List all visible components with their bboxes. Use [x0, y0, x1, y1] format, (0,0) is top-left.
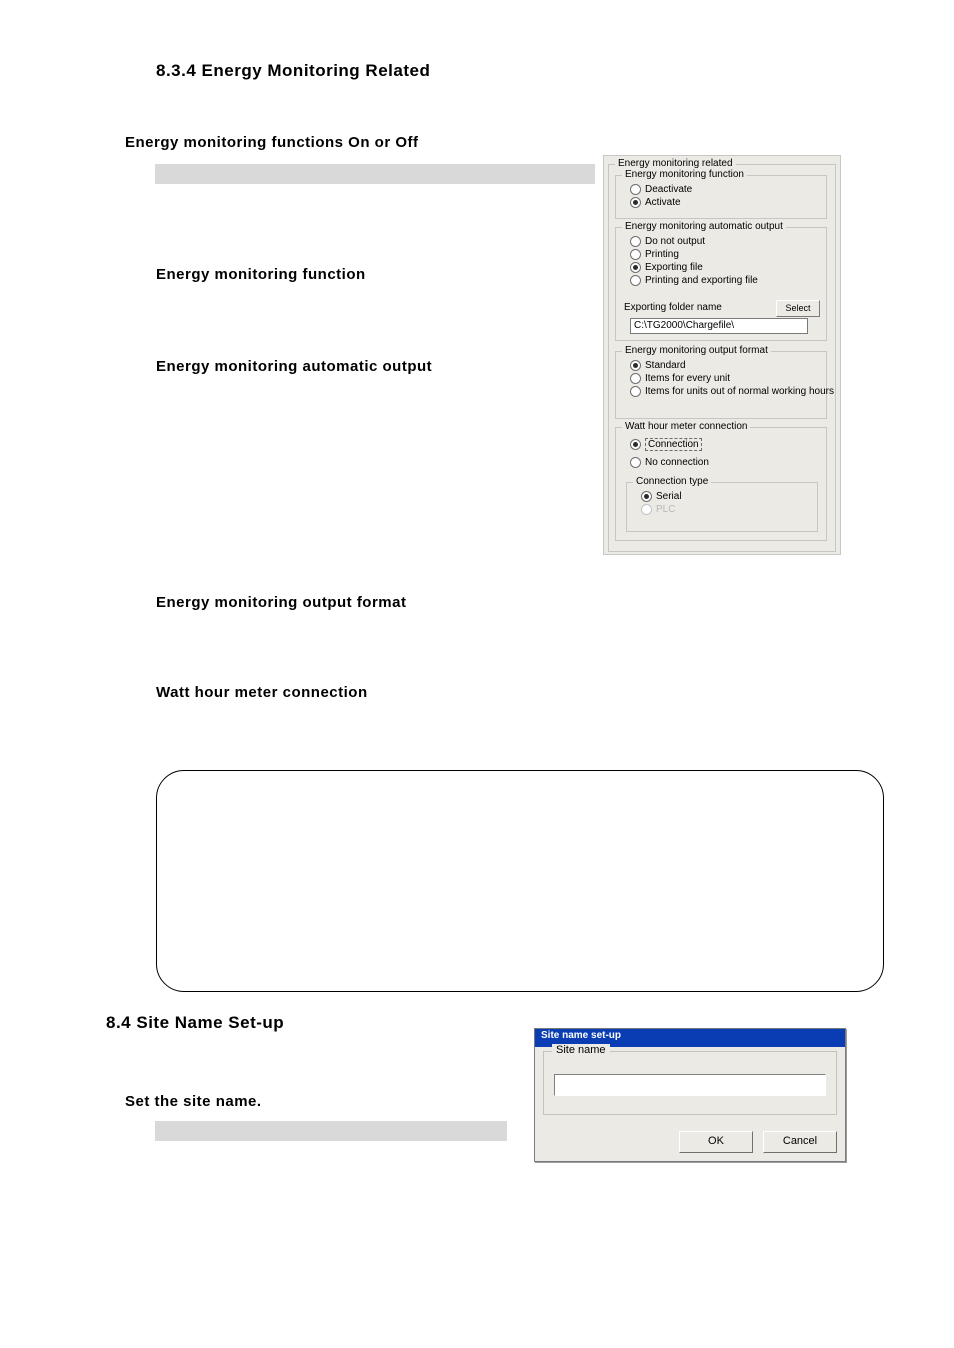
ok-button[interactable]: OK: [679, 1131, 753, 1153]
document-page: 8.3.4 Energy Monitoring Related Energy m…: [0, 0, 954, 1348]
radio-items-every-unit[interactable]: Items for every unit: [630, 373, 834, 384]
energy-monitoring-settings-panel: Energy monitoring related Energy monitor…: [603, 155, 841, 555]
gray-highlight-bar: [155, 164, 595, 184]
radio-exporting-file-label: Exporting file: [645, 262, 703, 273]
radio-icon: [630, 275, 641, 286]
radio-no-connection-label: No connection: [645, 457, 709, 468]
radio-printing[interactable]: Printing: [630, 249, 758, 260]
energy-monitoring-function-legend: Energy monitoring function: [622, 169, 747, 180]
dialog-button-row: OK Cancel: [679, 1131, 837, 1153]
radio-do-not-output-label: Do not output: [645, 236, 705, 247]
radio-icon: [630, 197, 641, 208]
radio-plc-label: PLC: [656, 504, 675, 515]
radio-icon: [630, 249, 641, 260]
radio-icon: [630, 439, 641, 450]
site-name-group-legend: Site name: [552, 1044, 610, 1056]
radio-icon: [630, 262, 641, 273]
radio-icon: [641, 491, 652, 502]
energy-monitoring-auto-output-group: Energy monitoring automatic output Do no…: [615, 227, 827, 341]
radio-connection-label: Connection: [645, 438, 702, 451]
energy-monitoring-auto-output-legend: Energy monitoring automatic output: [622, 221, 786, 232]
cancel-button[interactable]: Cancel: [763, 1131, 837, 1153]
energy-monitoring-related-legend: Energy monitoring related: [615, 158, 736, 169]
energy-monitoring-output-format-group: Energy monitoring output format Standard…: [615, 351, 827, 419]
radio-do-not-output[interactable]: Do not output: [630, 236, 758, 247]
energy-monitoring-related-group: Energy monitoring related Energy monitor…: [608, 164, 836, 552]
radio-serial[interactable]: Serial: [641, 491, 682, 502]
section-8-3-4-title: 8.3.4 Energy Monitoring Related: [156, 61, 430, 81]
radio-icon: [641, 504, 652, 515]
radio-standard-label: Standard: [645, 360, 686, 371]
note-box: [156, 770, 884, 992]
radio-no-connection[interactable]: No connection: [630, 457, 709, 468]
radio-icon: [630, 373, 641, 384]
radio-standard[interactable]: Standard: [630, 360, 834, 371]
energy-monitoring-output-format-label: Energy monitoring output format: [156, 594, 406, 611]
watt-hour-meter-connection-legend: Watt hour meter connection: [622, 421, 750, 432]
site-name-setup-dialog: Site name set-up Site name OK Cancel: [534, 1028, 846, 1162]
select-folder-button[interactable]: Select: [776, 300, 820, 317]
gray-highlight-bar-2: [155, 1121, 507, 1141]
exporting-folder-label: Exporting folder name: [624, 302, 722, 313]
energy-monitoring-output-format-legend: Energy monitoring output format: [622, 345, 771, 356]
site-name-input[interactable]: [554, 1074, 826, 1096]
radio-items-out-normal-label: Items for units out of normal working ho…: [645, 386, 834, 397]
site-name-group: Site name: [543, 1051, 837, 1115]
radio-items-every-unit-label: Items for every unit: [645, 373, 730, 384]
connection-type-group: Connection type Serial PLC: [626, 482, 818, 532]
radio-connection[interactable]: Connection: [630, 438, 709, 451]
watt-hour-meter-connection-label: Watt hour meter connection: [156, 684, 368, 701]
radio-icon: [630, 236, 641, 247]
radio-printing-exporting[interactable]: Printing and exporting file: [630, 275, 758, 286]
radio-icon: [630, 184, 641, 195]
radio-plc[interactable]: PLC: [641, 504, 682, 515]
energy-monitoring-auto-output-label: Energy monitoring automatic output: [156, 358, 432, 375]
energy-monitoring-function-group: Energy monitoring function Deactivate Ac…: [615, 175, 827, 219]
radio-deactivate[interactable]: Deactivate: [630, 184, 692, 195]
radio-icon: [630, 360, 641, 371]
radio-icon: [630, 457, 641, 468]
radio-deactivate-label: Deactivate: [645, 184, 692, 195]
radio-printing-exporting-label: Printing and exporting file: [645, 275, 758, 286]
watt-hour-meter-connection-group: Watt hour meter connection Connection No…: [615, 427, 827, 541]
radio-activate[interactable]: Activate: [630, 197, 692, 208]
section-8-4-title: 8.4 Site Name Set-up: [106, 1013, 284, 1033]
connection-type-legend: Connection type: [633, 476, 711, 487]
radio-exporting-file[interactable]: Exporting file: [630, 262, 758, 273]
radio-printing-label: Printing: [645, 249, 679, 260]
radio-items-out-normal[interactable]: Items for units out of normal working ho…: [630, 386, 834, 397]
energy-monitoring-onoff-heading: Energy monitoring functions On or Off: [125, 134, 419, 151]
radio-activate-label: Activate: [645, 197, 681, 208]
radio-serial-label: Serial: [656, 491, 682, 502]
exporting-folder-input[interactable]: C:\TG2000\Chargefile\: [630, 318, 808, 334]
energy-monitoring-function-label: Energy monitoring function: [156, 266, 366, 283]
set-site-name-heading: Set the site name.: [125, 1093, 262, 1110]
radio-icon: [630, 386, 641, 397]
